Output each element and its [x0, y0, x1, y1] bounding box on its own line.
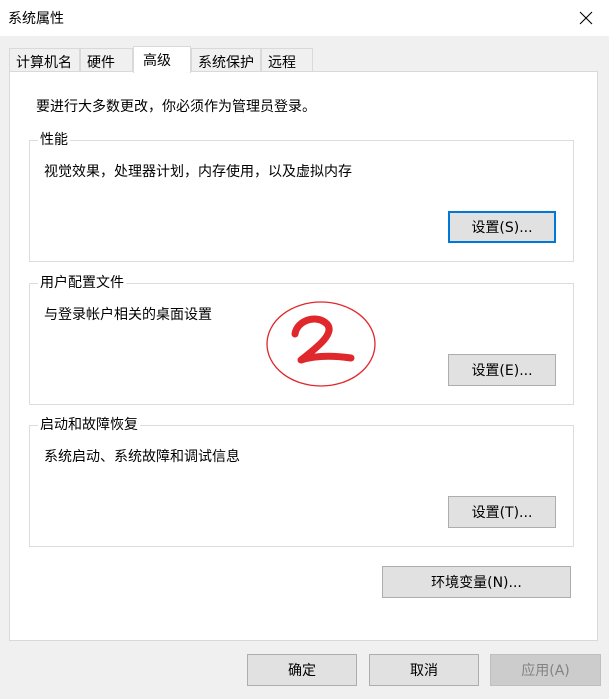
cancel-button[interactable]: 取消	[369, 654, 479, 686]
admin-notice: 要进行大多数更改，你必须作为管理员登录。	[36, 99, 316, 115]
apply-button[interactable]: 应用(A)	[490, 654, 601, 686]
startup-recovery-group: 启动和故障恢复 系统启动、系统故障和调试信息 设置(T)...	[29, 416, 574, 547]
tab-computer-name[interactable]: 计算机名	[9, 48, 80, 72]
tab-hardware[interactable]: 硬件	[80, 48, 133, 72]
performance-settings-button[interactable]: 设置(S)...	[448, 211, 556, 243]
performance-description: 视觉效果，处理器计划，内存使用，以及虚拟内存	[44, 164, 352, 180]
ok-button[interactable]: 确定	[247, 654, 357, 686]
tab-system-protection[interactable]: 系统保护	[191, 48, 261, 72]
startup-recovery-description: 系统启动、系统故障和调试信息	[44, 449, 240, 465]
user-profiles-settings-button[interactable]: 设置(E)...	[448, 354, 556, 386]
close-icon	[579, 11, 593, 25]
startup-recovery-title: 启动和故障恢复	[38, 416, 140, 434]
user-profiles-title: 用户配置文件	[38, 274, 126, 292]
performance-group: 性能 视觉效果，处理器计划，内存使用，以及虚拟内存 设置(S)...	[29, 131, 574, 262]
tab-remote[interactable]: 远程	[261, 48, 313, 72]
close-button[interactable]	[563, 0, 609, 36]
title-bar: 系统属性	[0, 0, 609, 36]
startup-recovery-settings-button[interactable]: 设置(T)...	[448, 496, 556, 528]
annotation-circle-mark	[266, 301, 376, 387]
performance-title: 性能	[38, 131, 70, 149]
window-title: 系统属性	[8, 11, 64, 27]
user-profiles-description: 与登录帐户相关的桌面设置	[44, 307, 212, 323]
environment-variables-button[interactable]: 环境变量(N)...	[382, 566, 571, 598]
tab-advanced[interactable]: 高级	[133, 46, 191, 73]
